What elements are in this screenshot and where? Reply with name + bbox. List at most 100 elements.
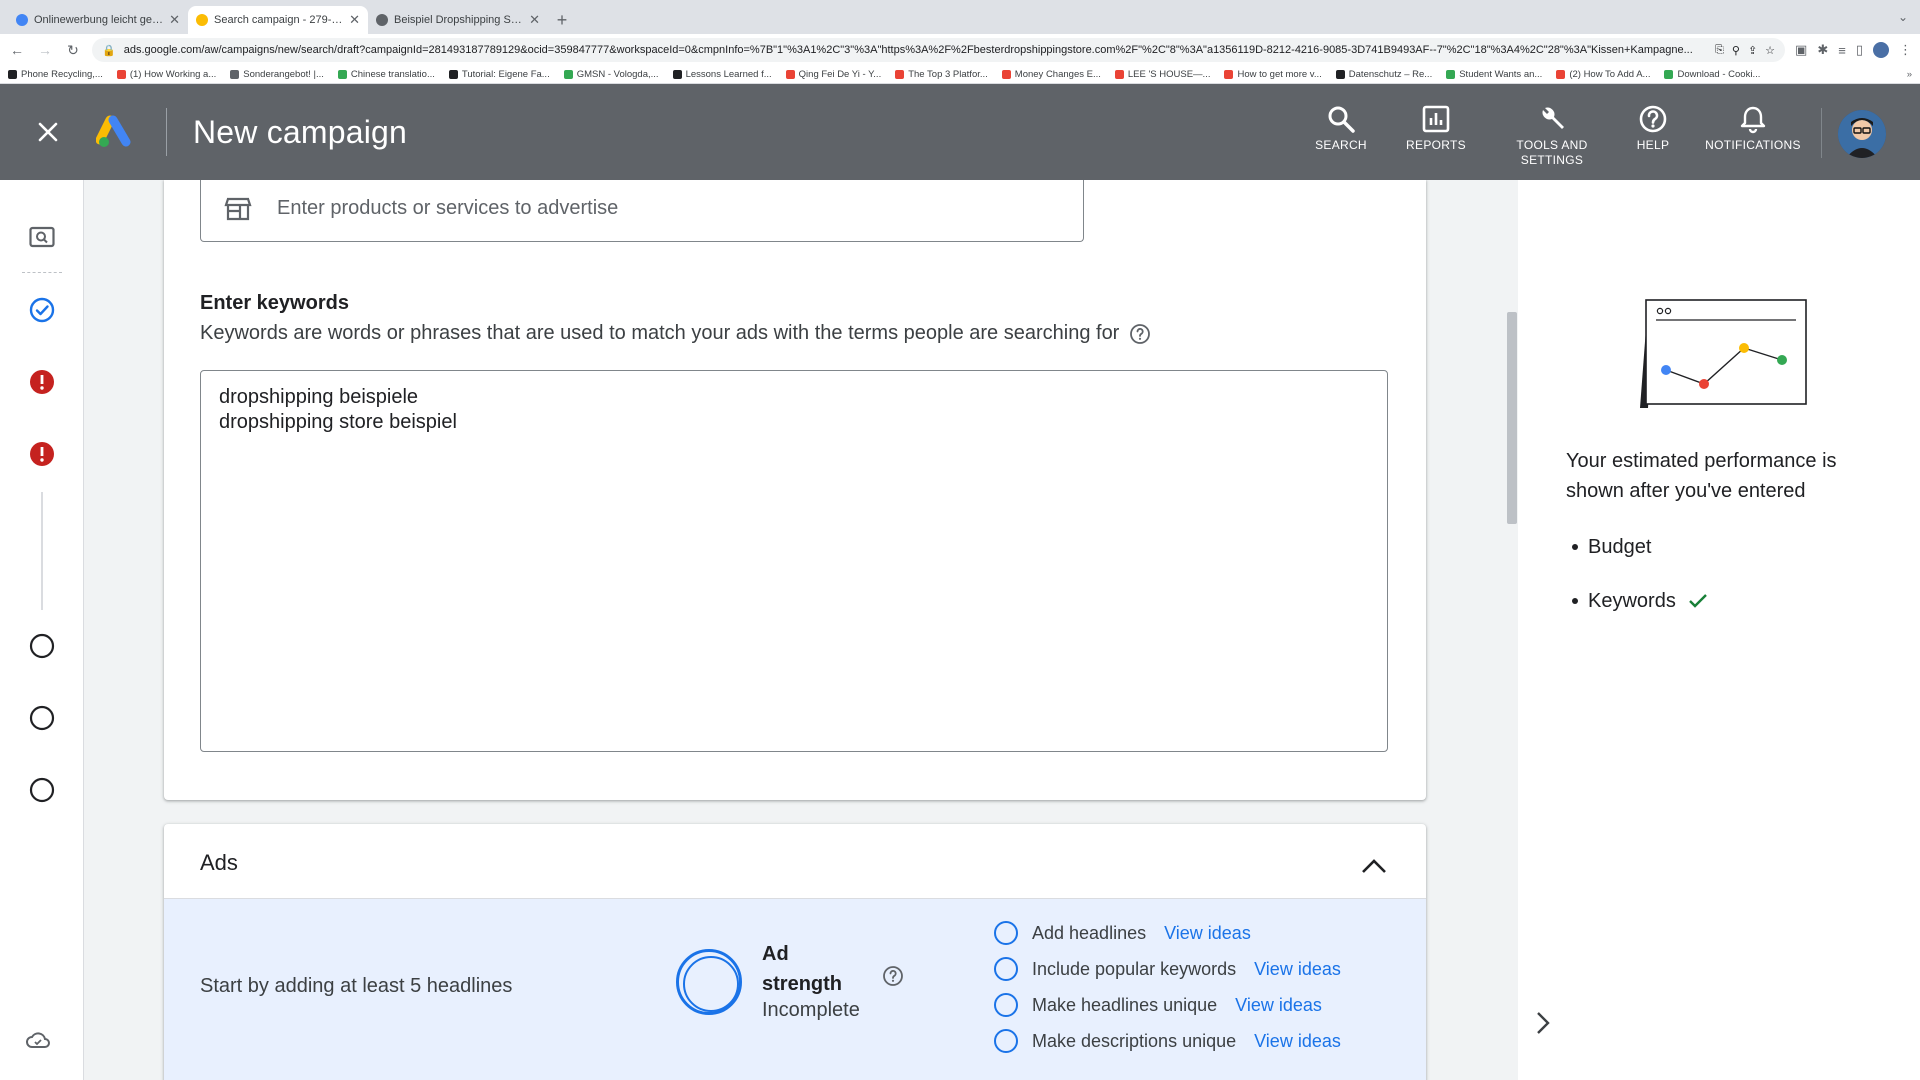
browser-tab-3[interactable]: Beispiel Dropshipping Store ✕ [368, 6, 548, 34]
forward-arrow-icon[interactable]: → [36, 41, 54, 59]
ad-strength-status: Incomplete [762, 999, 860, 1021]
url-bar[interactable]: 🔒 ads.google.com/aw/campaigns/new/search… [92, 38, 1786, 62]
close-campaign-button[interactable] [0, 84, 96, 180]
bookmark-item[interactable]: Phone Recycling,... [8, 69, 103, 80]
header-reports-button[interactable]: REPORTS [1403, 104, 1469, 153]
bookmark-item[interactable]: LEE 'S HOUSE—... [1114, 69, 1210, 80]
header-help-button[interactable]: HELP [1633, 104, 1673, 153]
rail-step-6[interactable] [28, 776, 56, 804]
products-services-input[interactable] [277, 197, 977, 220]
bookmark-favicon-icon [1446, 70, 1456, 79]
error-icon [30, 442, 54, 466]
tab-close-icon[interactable]: ✕ [169, 12, 180, 28]
tab-search-chevron-icon[interactable]: ⌄ [1898, 10, 1908, 24]
google-ads-logo-icon [96, 115, 131, 147]
reports-label: REPORTS [1406, 138, 1466, 152]
reading-list-icon[interactable]: ≡ [1838, 43, 1846, 58]
rail-step-5[interactable] [28, 704, 56, 732]
unchecked-circle-icon [994, 921, 1018, 945]
bookmark-item[interactable]: Qing Fei De Yi - Y... [785, 69, 881, 80]
chevron-right-icon [1537, 1012, 1550, 1034]
browser-tabstrip: Onlinewerbung leicht gemacht ✕ Search ca… [0, 0, 1920, 34]
cloud-saved-icon [26, 1032, 50, 1048]
rail-step-3[interactable] [28, 440, 56, 468]
bookmark-label: Datenschutz – Re... [1348, 69, 1433, 80]
translate-icon[interactable]: ⎘ [1715, 44, 1724, 57]
view-ideas-link[interactable]: View ideas [1164, 923, 1251, 944]
view-ideas-link[interactable]: View ideas [1235, 995, 1322, 1016]
bookmark-item[interactable]: How to get more v... [1224, 69, 1322, 80]
tab-title: Onlinewerbung leicht gemacht [34, 14, 163, 26]
main-scroll-area: Enter keywords Keywords are words or phr… [84, 180, 1518, 1080]
unchecked-circle-icon [994, 1029, 1018, 1053]
profile-avatar[interactable] [1873, 42, 1889, 58]
requirement-label: Budget [1588, 535, 1652, 558]
bookmark-label: (1) How Working a... [129, 69, 217, 80]
bookmark-item[interactable]: (1) How Working a... [116, 69, 217, 80]
bookmark-favicon-icon [116, 70, 126, 79]
tab-close-icon[interactable]: ✕ [529, 12, 540, 28]
rail-connector [41, 492, 43, 610]
check-circle-icon [29, 297, 55, 323]
google-ads-favicon-icon [196, 14, 208, 26]
requirement-keywords: Keywords [1572, 574, 1708, 628]
headlines-hint: Start by adding at least 5 headlines [200, 975, 513, 997]
main-scrollbar[interactable] [1507, 312, 1517, 524]
browser-tab-1[interactable]: Onlinewerbung leicht gemacht ✕ [8, 6, 188, 34]
header-search-button[interactable]: SEARCH [1311, 104, 1371, 153]
side-panel-icon[interactable]: ▯ [1856, 42, 1863, 58]
bookmark-favicon-icon [1335, 70, 1345, 79]
header-tools-button[interactable]: TOOLS AND SETTINGS [1507, 104, 1597, 168]
rail-cloud-saved[interactable] [24, 1026, 52, 1054]
view-ideas-link[interactable]: View ideas [1254, 1031, 1341, 1052]
view-ideas-link[interactable]: View ideas [1254, 959, 1341, 980]
zoom-icon[interactable]: ⚲ [1732, 44, 1740, 57]
bookmark-label: Download - Cooki... [1677, 69, 1761, 80]
bookmark-item[interactable]: Tutorial: Eigene Fa... [448, 69, 550, 80]
share-icon[interactable]: ⇪ [1748, 44, 1757, 57]
puzzle-extension-icon[interactable]: ✱ [1817, 42, 1828, 58]
new-tab-button[interactable]: + [548, 6, 576, 34]
keywords-card: Enter keywords Keywords are words or phr… [164, 180, 1426, 800]
browser-menu-icon[interactable]: ⋮ [1899, 42, 1912, 58]
bookmark-item[interactable]: Datenschutz – Re... [1335, 69, 1433, 80]
reports-icon [1422, 105, 1450, 133]
tab-close-icon[interactable]: ✕ [349, 12, 360, 28]
keywords-textarea[interactable]: dropshipping beispiele dropshipping stor… [200, 370, 1388, 752]
rail-step-2[interactable] [28, 368, 56, 396]
bookmark-item[interactable]: GMSN - Vologda,... [563, 69, 659, 80]
ads-collapse-button[interactable] [1358, 850, 1390, 882]
bookmark-item[interactable]: Chinese translatio... [337, 69, 435, 80]
back-arrow-icon[interactable]: ← [8, 41, 26, 59]
bookmarks-overflow-icon[interactable]: » [1907, 69, 1912, 80]
bookmark-item[interactable]: The Top 3 Platfor... [895, 69, 988, 80]
keyword-line: dropshipping beispiele [219, 386, 419, 408]
browser-tab-2[interactable]: Search campaign - 279-560-1 ✕ [188, 6, 368, 34]
bookmark-item[interactable]: Money Changes E... [1001, 69, 1101, 80]
bookmark-item[interactable]: Sonderangebot! |... [230, 69, 324, 80]
bookmark-label: How to get more v... [1237, 69, 1322, 80]
checklist-label: Include popular keywords [1032, 958, 1237, 979]
rail-step-1[interactable] [28, 296, 56, 324]
reload-icon[interactable]: ↻ [64, 41, 82, 59]
bookmark-item[interactable]: Student Wants an... [1446, 69, 1542, 80]
bookmark-item[interactable]: Lessons Learned f... [672, 69, 772, 80]
bookmark-label: Phone Recycling,... [21, 69, 103, 80]
rail-step-4[interactable] [28, 632, 56, 660]
rail-search-overview[interactable] [28, 224, 56, 252]
bookmark-item[interactable]: Download - Cooki... [1664, 69, 1760, 80]
bookmark-star-icon[interactable]: ☆ [1765, 44, 1775, 57]
empty-circle-icon [29, 633, 55, 659]
user-avatar[interactable] [1838, 110, 1886, 158]
help-circle-icon[interactable] [1129, 323, 1151, 345]
facebook-extension-icon[interactable]: ▣ [1795, 42, 1807, 58]
header-notifications-button[interactable]: NOTIFICATIONS [1703, 104, 1803, 153]
bookmark-favicon-icon [563, 70, 573, 79]
help-circle-icon[interactable] [882, 965, 904, 987]
bookmark-item[interactable]: (2) How To Add A... [1556, 69, 1650, 80]
bookmark-label: Sonderangebot! |... [243, 69, 324, 80]
rail-divider [22, 272, 62, 273]
expand-panel-button[interactable] [1534, 1010, 1552, 1041]
bookmark-favicon-icon [337, 70, 347, 79]
products-services-field[interactable] [200, 180, 1084, 242]
